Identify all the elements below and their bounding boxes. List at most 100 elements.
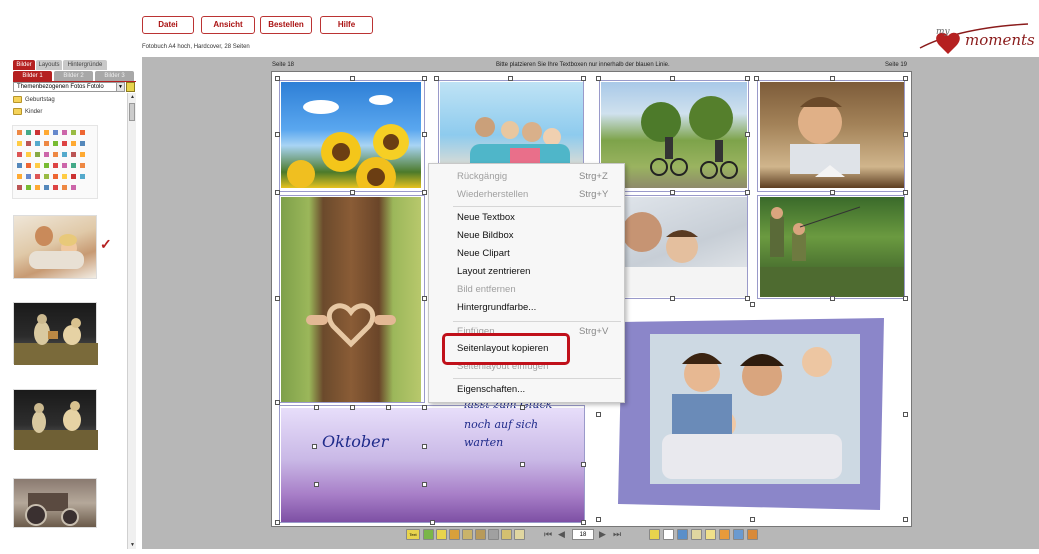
subtab-bilder-2[interactable]: Bilder 2 [54, 71, 93, 81]
subtab-bilder-1[interactable]: Bilder 1 [13, 71, 52, 81]
resize-handle[interactable] [745, 132, 750, 137]
resize-handle[interactable] [903, 190, 908, 195]
resize-handle[interactable] [275, 190, 280, 195]
resize-handle[interactable] [520, 405, 525, 410]
sidebar-photo-tractor[interactable] [13, 478, 97, 528]
menu-bestellen-button[interactable]: Bestellen [260, 16, 312, 34]
ctx-remove-image[interactable]: Bild entfernen [457, 282, 516, 298]
menu-ansicht-button[interactable]: Ansicht [201, 16, 255, 34]
resize-handle[interactable] [596, 412, 601, 417]
resize-handle[interactable] [830, 296, 835, 301]
page-number-input[interactable]: 18 [572, 529, 594, 540]
edit-icon[interactable] [488, 529, 499, 540]
sidebar-scrollbar[interactable]: ▲ ▼ [127, 93, 136, 549]
resize-handle[interactable] [903, 76, 908, 81]
ctx-redo[interactable]: Wiederherstellen [457, 187, 528, 203]
resize-handle[interactable] [350, 76, 355, 81]
resize-handle[interactable] [350, 190, 355, 195]
resize-handle[interactable] [581, 76, 586, 81]
crop-icon[interactable] [462, 529, 473, 540]
resize-handle[interactable] [745, 296, 750, 301]
scroll-up-icon[interactable]: ▲ [128, 93, 137, 101]
resize-handle[interactable] [670, 190, 675, 195]
tab-hintergruende[interactable]: Hintergründe [63, 60, 107, 70]
resize-handle[interactable] [275, 76, 280, 81]
resize-handle[interactable] [520, 462, 525, 467]
frame-icon[interactable] [705, 529, 716, 540]
resize-handle[interactable] [581, 462, 586, 467]
resize-handle[interactable] [275, 520, 280, 525]
scroll-thumb[interactable] [129, 103, 135, 121]
subtab-bilder-3[interactable]: Bilder 3 [95, 71, 134, 81]
zoom-icon[interactable] [475, 529, 486, 540]
clipart-thumbnail[interactable] [12, 125, 98, 199]
tab-bilder[interactable]: Bilder [13, 60, 35, 70]
resize-handle[interactable] [903, 132, 908, 137]
sidebar-photo-ducks-1[interactable] [13, 302, 98, 365]
album-select[interactable]: Themenbezogenen Fotos Fotolo ▼ [13, 82, 125, 92]
resize-handle[interactable] [745, 76, 750, 81]
resize-handle[interactable] [422, 296, 427, 301]
ctx-background-color[interactable]: Hintergrundfarbe... [457, 300, 536, 316]
ctx-new-imagebox[interactable]: Neue Bildbox [457, 228, 514, 244]
resize-handle[interactable] [754, 76, 759, 81]
text-tool-button[interactable]: Text [406, 529, 420, 540]
resize-handle[interactable] [670, 296, 675, 301]
folder-open-icon[interactable] [126, 82, 135, 92]
resize-handle[interactable] [430, 520, 435, 525]
resize-handle[interactable] [750, 517, 755, 522]
resize-handle[interactable] [670, 76, 675, 81]
resize-handle[interactable] [903, 412, 908, 417]
folder-kinder[interactable]: Kinder [13, 108, 42, 117]
resize-handle[interactable] [422, 132, 427, 137]
layer-icon[interactable] [501, 529, 512, 540]
photo-family-frame[interactable] [612, 314, 892, 514]
clipart-tool-icon[interactable] [436, 529, 447, 540]
tab-layouts[interactable]: Layouts [36, 60, 62, 70]
preview-icon[interactable] [677, 529, 688, 540]
menu-datei-button[interactable]: Datei [142, 16, 194, 34]
resize-handle[interactable] [830, 76, 835, 81]
resize-handle[interactable] [275, 400, 280, 405]
resize-handle[interactable] [903, 296, 908, 301]
image-tool-icon[interactable] [423, 529, 434, 540]
resize-handle[interactable] [903, 517, 908, 522]
sidebar-photo-mother-child[interactable] [13, 215, 97, 279]
menu-hilfe-button[interactable]: Hilfe [320, 16, 373, 34]
resize-handle[interactable] [422, 76, 427, 81]
first-page-icon[interactable]: ⏮ [544, 529, 555, 540]
resize-handle[interactable] [750, 302, 755, 307]
resize-handle[interactable] [350, 405, 355, 410]
sidebar-photo-ducks-2[interactable] [13, 389, 98, 450]
line-tool-icon[interactable] [663, 529, 674, 540]
resize-handle[interactable] [422, 405, 427, 410]
scroll-down-icon[interactable]: ▼ [128, 541, 137, 549]
trash-icon[interactable] [514, 529, 525, 540]
ctx-new-clipart[interactable]: Neue Clipart [457, 246, 510, 262]
palette-icon[interactable] [747, 529, 758, 540]
resize-handle[interactable] [434, 76, 439, 81]
resize-handle[interactable] [314, 405, 319, 410]
resize-handle[interactable] [386, 405, 391, 410]
resize-handle[interactable] [275, 132, 280, 137]
resize-handle[interactable] [275, 296, 280, 301]
ctx-properties[interactable]: Eigenschaften... [457, 382, 525, 398]
folder-geburtstag[interactable]: Geburtstag [13, 96, 55, 105]
prev-page-icon[interactable]: ◀ [558, 529, 569, 540]
resize-handle[interactable] [314, 482, 319, 487]
last-page-icon[interactable]: ⏭ [613, 529, 624, 540]
resize-handle[interactable] [581, 520, 586, 525]
layout-icon[interactable] [733, 529, 744, 540]
align-icon[interactable] [649, 529, 660, 540]
resize-handle[interactable] [596, 517, 601, 522]
resize-handle[interactable] [508, 76, 513, 81]
grid-icon[interactable] [691, 529, 702, 540]
ctx-undo[interactable]: Rückgängig [457, 169, 507, 185]
resize-handle[interactable] [596, 76, 601, 81]
ctx-center-layout[interactable]: Layout zentrieren [457, 264, 530, 280]
resize-handle[interactable] [422, 444, 427, 449]
rotate-icon[interactable] [449, 529, 460, 540]
resize-handle[interactable] [312, 444, 317, 449]
resize-handle[interactable] [830, 190, 835, 195]
next-page-icon[interactable]: ▶ [599, 529, 610, 540]
